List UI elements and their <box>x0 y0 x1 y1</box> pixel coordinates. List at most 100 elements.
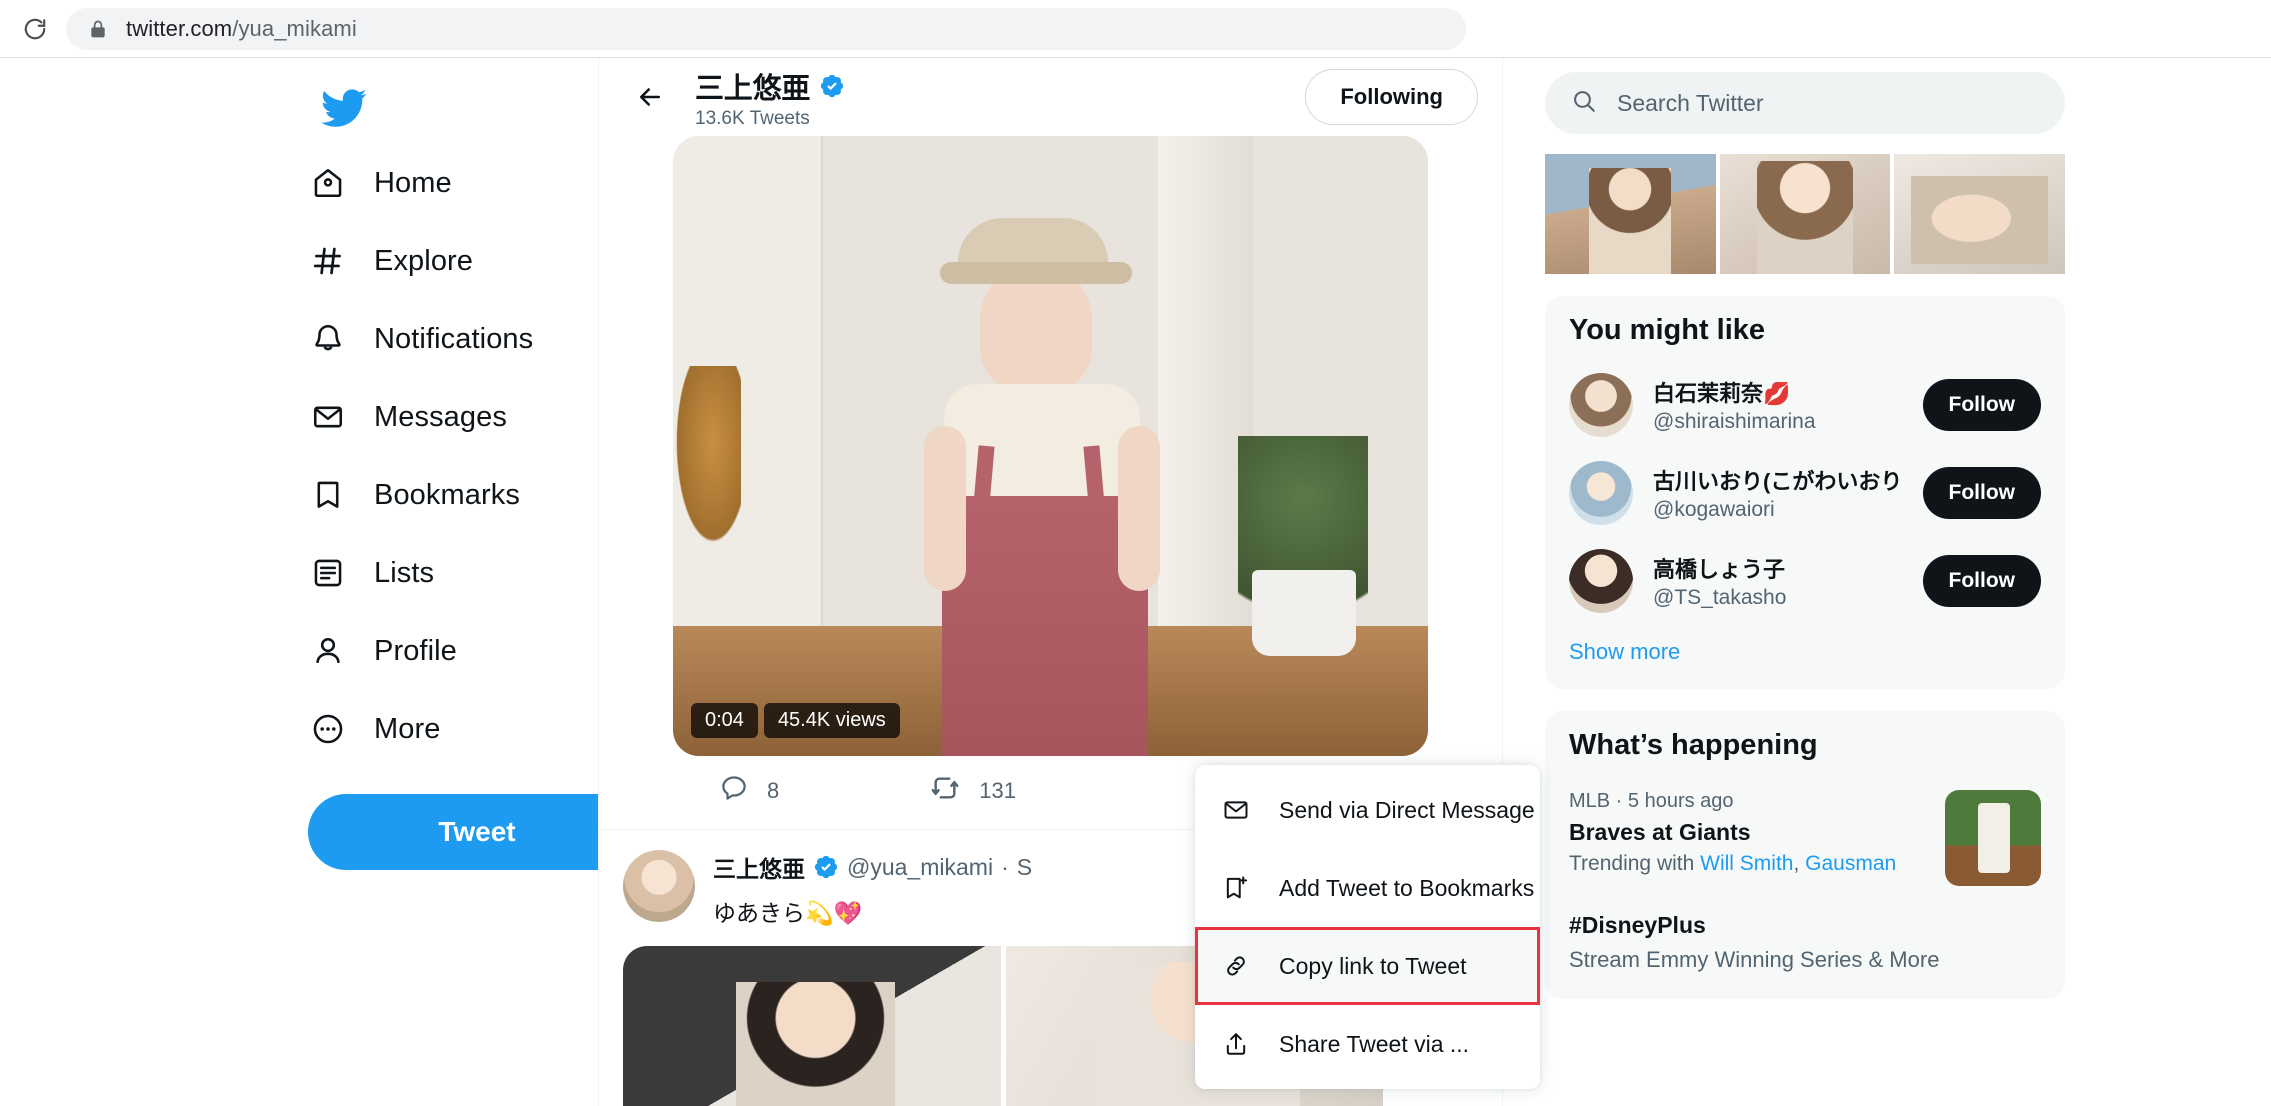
trend-link[interactable]: Gausman <box>1805 852 1896 875</box>
photo-thumbnail[interactable] <box>1719 154 1891 274</box>
reload-icon[interactable] <box>14 8 56 50</box>
reply-count: 8 <box>767 777 780 803</box>
trend-link[interactable]: Will Smith <box>1700 852 1793 875</box>
address-bar[interactable]: twitter.com/yua_mikami <box>66 7 1466 50</box>
account-name: 白石茉莉奈💋 <box>1653 381 1791 406</box>
sidebar-item-label: More <box>374 712 441 745</box>
tweet-share-context-menu: Send via Direct Message Add Tweet to Boo… <box>1195 765 1540 1089</box>
trend-subtitle: Trending with Will Smith, Gausman <box>1569 852 1897 875</box>
search-placeholder: Search Twitter <box>1617 89 1764 116</box>
tweets-count: 13.6K Tweets <box>695 107 810 129</box>
trend-subtitle: Stream Emmy Winning Series & More <box>1569 947 1940 972</box>
link-icon <box>1219 949 1253 983</box>
back-arrow-icon[interactable] <box>623 70 677 124</box>
verified-badge-icon <box>814 855 838 879</box>
menu-item-share-via[interactable]: Share Tweet via ... <box>1195 1005 1540 1083</box>
tweet-media-image[interactable] <box>623 946 1001 1106</box>
card-title: What’s happening <box>1569 729 1818 761</box>
trend-category: MLB · 5 hours ago <box>1569 790 1734 812</box>
photo-thumbnail[interactable] <box>1545 154 1716 274</box>
avatar[interactable] <box>1569 461 1633 525</box>
retweet-count: 131 <box>979 777 1016 803</box>
video-views: 45.4K views <box>763 703 900 738</box>
whats-happening-card: What’s happening MLB · 5 hours ago Brave… <box>1545 711 2065 999</box>
search-input[interactable]: Search Twitter <box>1545 72 2065 134</box>
sidebar-item-profile[interactable]: Profile <box>208 612 568 690</box>
url-text: twitter.com/yua_mikami <box>126 15 357 41</box>
avatar[interactable] <box>1569 549 1633 613</box>
reply-icon <box>719 773 749 808</box>
sidebar-item-label: Messages <box>374 400 507 433</box>
suggested-account-row[interactable]: 白石茉莉奈💋 @shiraishimarina Follow <box>1545 361 2065 449</box>
reply-button[interactable]: 8 <box>719 773 779 808</box>
menu-item-copy-link[interactable]: Copy link to Tweet <box>1195 927 1540 1005</box>
bookmark-plus-icon <box>1219 871 1253 905</box>
trend-item[interactable]: #DisneyPlus Stream Emmy Winning Series &… <box>1545 896 2065 991</box>
sidebar-item-explore[interactable]: Explore <box>208 222 568 300</box>
more-circle-icon <box>308 709 348 749</box>
profile-photo-strip[interactable] <box>1545 154 2065 274</box>
menu-item-add-bookmark[interactable]: Add Tweet to Bookmarks <box>1195 849 1540 927</box>
sidebar-item-label: Bookmarks <box>374 478 520 511</box>
sidebar-item-home[interactable]: Home <box>208 144 568 222</box>
video-player[interactable]: 0:04 45.4K views <box>673 136 1428 756</box>
lock-icon <box>88 19 108 39</box>
meta-separator: · <box>1001 853 1009 880</box>
suggested-account-row[interactable]: 古川いおり(こがわいおり @kogawaiori Follow <box>1545 449 2065 537</box>
follow-button[interactable]: Follow <box>1922 467 2041 519</box>
sidebar-item-messages[interactable]: Messages <box>208 378 568 456</box>
photo-thumbnail[interactable] <box>1894 154 2065 274</box>
retweet-icon <box>929 772 961 809</box>
sidebar-item-more[interactable]: More <box>208 690 568 768</box>
list-icon <box>308 553 348 593</box>
verified-badge-icon <box>821 74 844 97</box>
twitter-bird-logo[interactable] <box>308 72 380 144</box>
sidebar-item-label: Home <box>374 166 452 199</box>
sidebar-item-label: Lists <box>374 556 435 589</box>
account-name: 高橋しょう子 <box>1653 557 1786 582</box>
right-sidebar: Search Twitter You might like 白石茉莉奈💋 @sh… <box>1503 58 2065 1106</box>
sidebar-item-notifications[interactable]: Notifications <box>208 300 568 378</box>
header-identity: 三上悠亜 13.6K Tweets <box>695 65 1305 130</box>
account-handle: @shiraishimarina <box>1653 410 1816 433</box>
person-icon <box>308 631 348 671</box>
hash-icon <box>308 241 348 281</box>
search-icon <box>1571 88 1597 119</box>
tweet-video: 0:04 45.4K views 8 131 <box>599 136 1502 830</box>
sidebar-item-label: Explore <box>374 244 474 277</box>
trend-item[interactable]: MLB · 5 hours ago Braves at Giants Trend… <box>1545 776 2065 896</box>
envelope-icon <box>1219 793 1253 827</box>
avatar[interactable] <box>623 850 695 922</box>
sidebar-item-bookmarks[interactable]: Bookmarks <box>208 456 568 534</box>
tweet-author-name: 三上悠亜 <box>713 856 805 882</box>
home-icon <box>308 163 348 203</box>
show-more-link[interactable]: Show more <box>1545 625 2065 681</box>
retweet-button[interactable]: 131 <box>929 772 1016 809</box>
follow-button[interactable]: Follow <box>1922 555 2041 607</box>
tweet-author-handle: @yua_mikami <box>847 853 994 880</box>
menu-item-label: Copy link to Tweet <box>1279 952 1467 979</box>
bookmark-icon <box>308 475 348 515</box>
bell-icon <box>308 319 348 359</box>
profile-header: 三上悠亜 13.6K Tweets Following <box>599 58 1502 136</box>
trend-thumbnail <box>1945 790 2041 886</box>
page-title: 三上悠亜 <box>695 72 811 105</box>
menu-item-label: Add Tweet to Bookmarks <box>1279 874 1535 901</box>
avatar[interactable] <box>1569 373 1633 437</box>
follow-button[interactable]: Follow <box>1922 379 2041 431</box>
you-might-like-card: You might like 白石茉莉奈💋 @shiraishimarina F… <box>1545 296 2065 689</box>
video-duration: 0:04 <box>691 703 758 738</box>
menu-item-send-via-dm[interactable]: Send via Direct Message <box>1195 771 1540 849</box>
tweet-compose-button[interactable]: Tweet <box>308 794 646 870</box>
account-handle: @TS_takasho <box>1653 586 1787 609</box>
card-title: You might like <box>1569 314 1766 346</box>
sidebar-item-label: Profile <box>374 634 457 667</box>
menu-item-label: Send via Direct Message <box>1279 796 1535 823</box>
tweet-timestamp: S <box>1016 853 1033 880</box>
suggested-account-row[interactable]: 高橋しょう子 @TS_takasho Follow <box>1545 537 2065 625</box>
trend-title: Braves at Giants <box>1569 819 1751 845</box>
sidebar-item-lists[interactable]: Lists <box>208 534 568 612</box>
account-name: 古川いおり(こがわいおり <box>1653 469 1903 494</box>
following-button[interactable]: Following <box>1305 69 1478 125</box>
primary-navigation: Home Explore Notifications Messages Book… <box>208 58 646 1106</box>
